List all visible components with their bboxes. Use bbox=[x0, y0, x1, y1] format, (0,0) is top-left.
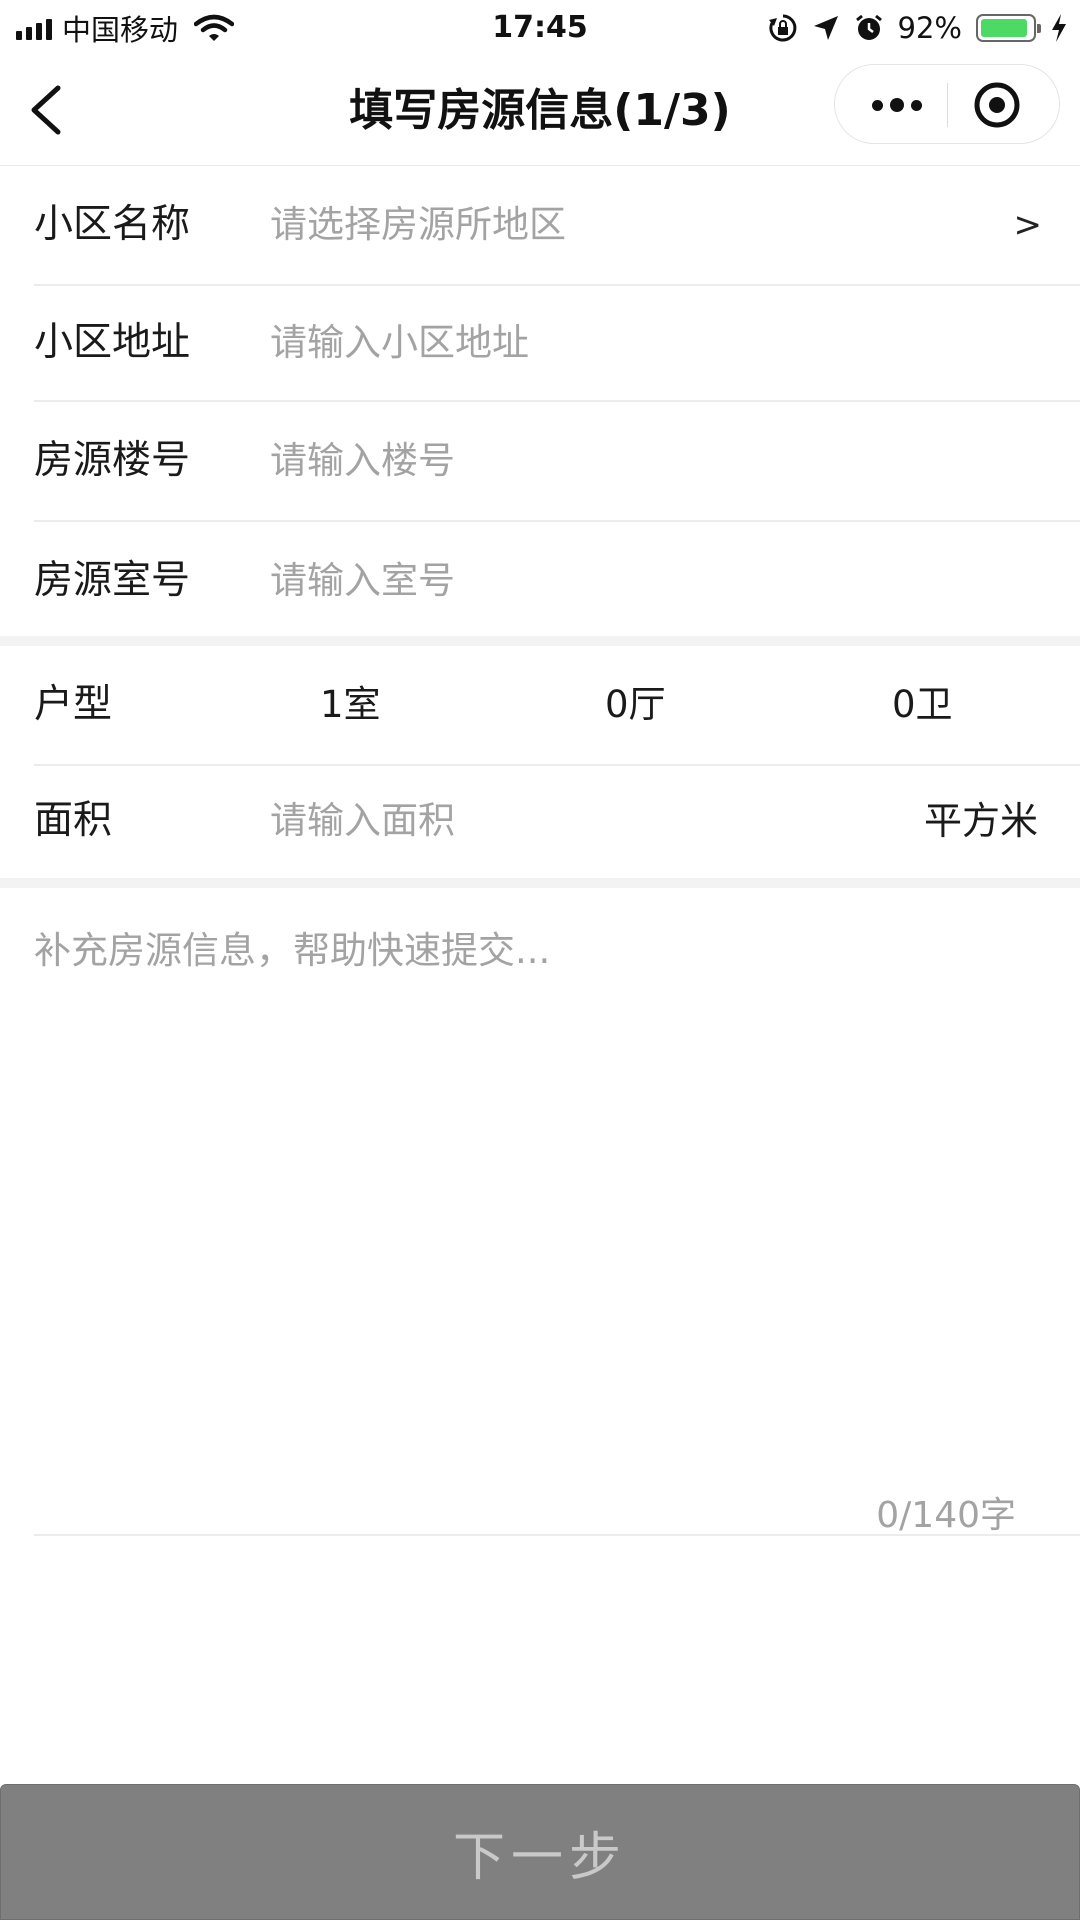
community-name-row[interactable]: 小区名称 请选择房源所地区 > bbox=[34, 166, 1080, 286]
remark-textarea[interactable]: 补充房源信息，帮助快速提交... bbox=[34, 920, 550, 974]
community-address-row: 小区地址 请输入小区地址 bbox=[34, 286, 1080, 402]
area-label: 面积 bbox=[34, 798, 113, 843]
bedrooms-picker[interactable]: 1室 bbox=[320, 646, 381, 764]
layout-row: 户型 1室 0厅 0卫 bbox=[34, 646, 1080, 766]
area-row: 面积 请输入面积 平方米 bbox=[34, 762, 1080, 880]
section-gap bbox=[0, 636, 1080, 646]
mini-program-capsule bbox=[834, 64, 1060, 144]
rotation-lock-icon bbox=[768, 14, 796, 42]
section-gap bbox=[0, 878, 1080, 888]
status-right: 92% bbox=[768, 8, 1068, 48]
community-name-picker[interactable]: 请选择房源所地区 bbox=[270, 166, 566, 284]
room-no-input[interactable]: 请输入室号 bbox=[270, 522, 455, 640]
char-counter: 0/140字 bbox=[876, 1495, 1016, 1536]
alarm-icon bbox=[855, 14, 882, 40]
building-no-row: 房源楼号 请输入楼号 bbox=[34, 402, 1080, 522]
nav-bar: 填写房源信息(1/3) bbox=[0, 56, 1080, 166]
building-no-input[interactable]: 请输入楼号 bbox=[270, 402, 455, 520]
battery-icon bbox=[976, 14, 1041, 42]
target-circle-icon[interactable] bbox=[965, 73, 1029, 137]
bathrooms-picker[interactable]: 0卫 bbox=[892, 646, 953, 764]
location-arrow-icon bbox=[813, 16, 838, 40]
next-step-button[interactable]: 下一步 bbox=[0, 1784, 1080, 1920]
room-no-label: 房源室号 bbox=[34, 558, 191, 603]
community-address-input[interactable]: 请输入小区地址 bbox=[270, 286, 529, 400]
room-no-row: 房源室号 请输入室号 bbox=[34, 522, 1080, 640]
battery-fill bbox=[981, 19, 1027, 37]
area-input[interactable]: 请输入面积 bbox=[270, 762, 455, 880]
community-name-label: 小区名称 bbox=[34, 202, 191, 247]
page-title: 填写房源信息(1/3) bbox=[349, 85, 731, 136]
battery-percent: 92% bbox=[897, 11, 962, 45]
battery-cap bbox=[1037, 24, 1041, 33]
building-no-label: 房源楼号 bbox=[34, 438, 191, 483]
more-dots-icon[interactable] bbox=[857, 65, 937, 145]
status-bar: 中国移动 17:45 92% bbox=[0, 0, 1080, 56]
chevron-right-icon: > bbox=[1013, 205, 1043, 245]
community-address-label: 小区地址 bbox=[34, 320, 191, 365]
charging-bolt-icon bbox=[1052, 14, 1066, 42]
area-unit: 平方米 bbox=[923, 799, 1038, 843]
remark-divider bbox=[34, 1534, 1080, 1536]
chevron-left-icon[interactable] bbox=[20, 80, 80, 140]
layout-label: 户型 bbox=[34, 682, 113, 727]
capsule-divider bbox=[947, 83, 948, 127]
livingrooms-picker[interactable]: 0厅 bbox=[605, 646, 666, 764]
